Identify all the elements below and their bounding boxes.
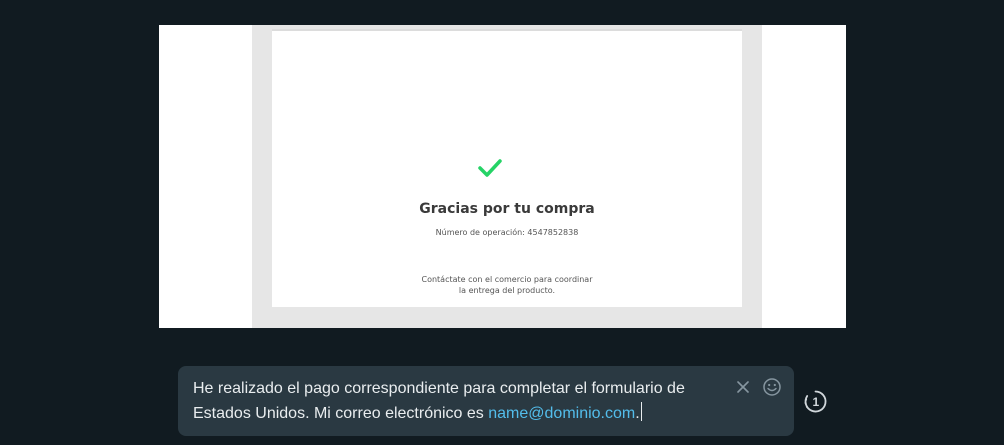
text-caret (640, 402, 642, 421)
email-link[interactable]: name@dominio.com (488, 405, 635, 422)
caption-input[interactable]: He realizado el pago correspondiente par… (178, 366, 794, 436)
emoji-icon[interactable] (762, 377, 782, 397)
contact-note: Contáctate con el comercio para coordina… (272, 274, 742, 296)
receipt-card: Gracias por tu compra Número de operació… (272, 29, 742, 307)
check-icon (478, 159, 502, 177)
caption-end: . (635, 405, 640, 422)
media-preview: Gracias por tu compra Número de operació… (159, 25, 846, 328)
receipt-divider (272, 29, 742, 31)
clear-caption-button[interactable] (734, 378, 752, 396)
operation-number: Número de operación: 4547852838 (435, 228, 579, 237)
receipt-title: Gracias por tu compra (419, 201, 595, 217)
contact-note-line: Contáctate con el comercio para coordina… (421, 275, 593, 284)
receipt-image-frame: Gracias por tu compra Número de operació… (252, 25, 762, 328)
view-once-label: 1 (812, 395, 819, 409)
view-once-icon[interactable]: 1 (803, 389, 828, 414)
caption-text[interactable]: He realizado el pago correspondiente par… (193, 376, 728, 426)
contact-note-line: la entrega del producto. (458, 286, 556, 295)
close-icon (737, 381, 749, 393)
